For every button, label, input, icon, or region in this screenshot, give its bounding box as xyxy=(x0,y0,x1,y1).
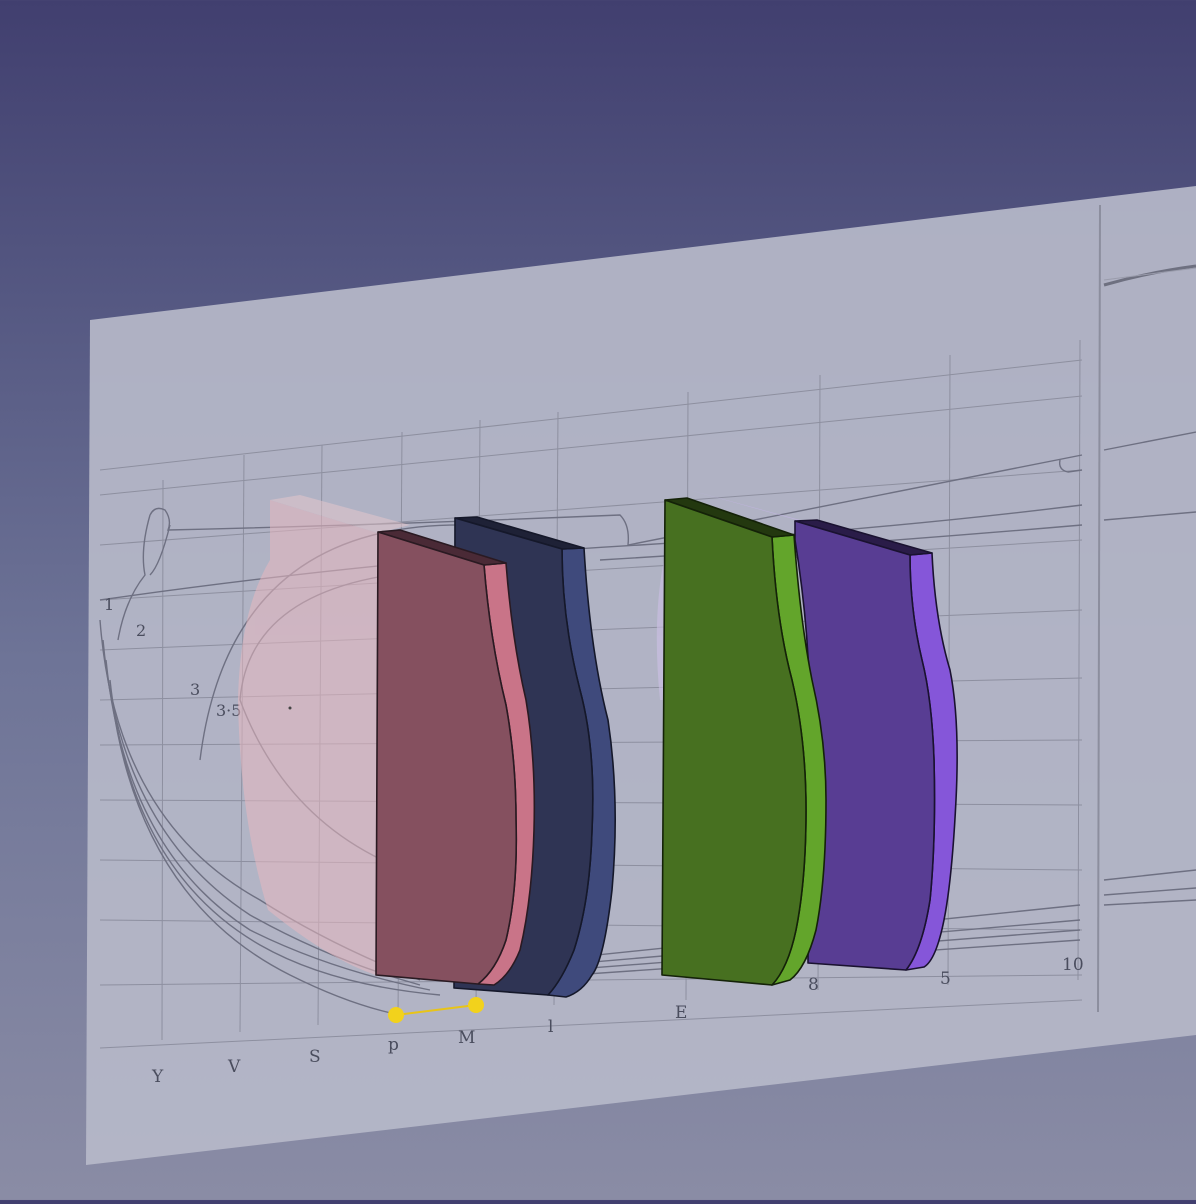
station-label-M: M xyxy=(458,1028,475,1048)
waterline-label-1: 1 xyxy=(104,595,114,614)
origin-dot xyxy=(288,706,292,710)
station-label-S: S xyxy=(309,1047,321,1067)
station-label-l: l xyxy=(548,1017,553,1037)
station-label-V: V xyxy=(227,1057,241,1077)
selected-vertex-start[interactable] xyxy=(388,1007,404,1023)
station-label-Y: Y xyxy=(151,1067,164,1087)
scene-canvas[interactable]: 1 2 3 3·5 Y V S p M l E 8 5 10 xyxy=(0,0,1196,1200)
station-label-5: 5 xyxy=(940,969,951,989)
waterline-label-3-5: 3·5 xyxy=(216,701,241,720)
selected-vertex-end[interactable] xyxy=(468,997,484,1013)
3d-viewport[interactable]: 1 2 3 3·5 Y V S p M l E 8 5 10 xyxy=(0,0,1196,1200)
station-label-E: E xyxy=(675,1003,687,1023)
station-label-10: 10 xyxy=(1062,955,1084,975)
waterline-label-2: 2 xyxy=(136,621,146,640)
station-label-p: p xyxy=(388,1035,399,1055)
station-label-8: 8 xyxy=(808,975,819,995)
waterline-label-3: 3 xyxy=(190,680,200,699)
